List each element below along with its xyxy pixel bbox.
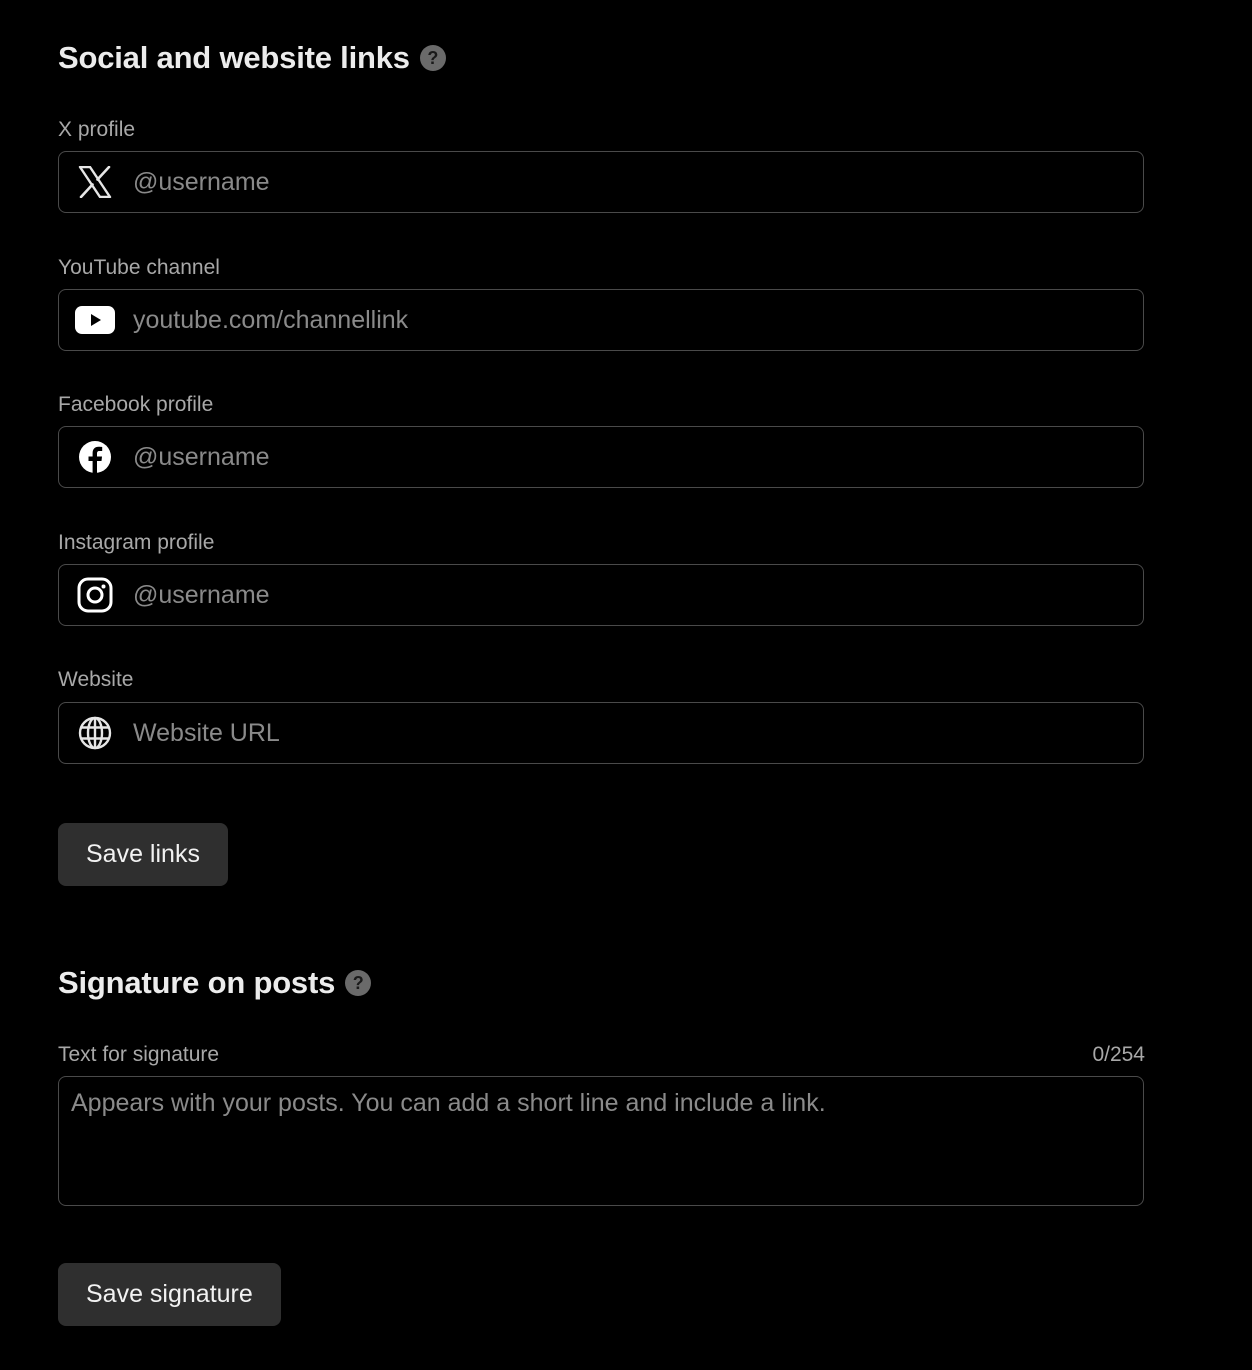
globe-icon bbox=[59, 702, 131, 764]
save-signature-button[interactable]: Save signature bbox=[58, 1263, 281, 1326]
website-input[interactable] bbox=[131, 703, 1143, 763]
save-links-button[interactable]: Save links bbox=[58, 823, 228, 886]
signature-character-counter: 0/254 bbox=[1092, 1043, 1145, 1066]
settings-page: Social and website links ? X profile You… bbox=[0, 0, 1252, 1370]
links-section-title: Social and website links ? bbox=[58, 40, 446, 76]
signature-textarea[interactable] bbox=[58, 1076, 1144, 1206]
youtube-icon bbox=[59, 289, 131, 351]
links-section-title-text: Social and website links bbox=[58, 40, 410, 75]
instagram-profile-input[interactable] bbox=[131, 565, 1143, 625]
signature-section-title-text: Signature on posts bbox=[58, 965, 336, 1000]
facebook-profile-label: Facebook profile bbox=[58, 393, 214, 416]
youtube-channel-field[interactable] bbox=[58, 289, 1144, 351]
website-label: Website bbox=[58, 668, 134, 691]
facebook-profile-input[interactable] bbox=[131, 427, 1143, 487]
instagram-icon bbox=[59, 564, 131, 626]
x-profile-label: X profile bbox=[58, 118, 136, 141]
instagram-profile-label: Instagram profile bbox=[58, 531, 215, 554]
help-icon[interactable]: ? bbox=[345, 970, 372, 996]
facebook-profile-field[interactable] bbox=[58, 426, 1144, 488]
x-profile-field[interactable] bbox=[58, 151, 1144, 213]
help-icon[interactable]: ? bbox=[419, 45, 446, 71]
instagram-profile-field[interactable] bbox=[58, 564, 1144, 626]
x-profile-input[interactable] bbox=[131, 152, 1143, 212]
signature-text-label: Text for signature bbox=[58, 1043, 220, 1066]
facebook-icon bbox=[59, 426, 131, 488]
x-logo-icon bbox=[59, 151, 131, 213]
youtube-channel-input[interactable] bbox=[131, 290, 1143, 350]
signature-section-title: Signature on posts ? bbox=[58, 965, 372, 1001]
youtube-channel-label: YouTube channel bbox=[58, 256, 220, 279]
website-field[interactable] bbox=[58, 702, 1144, 764]
